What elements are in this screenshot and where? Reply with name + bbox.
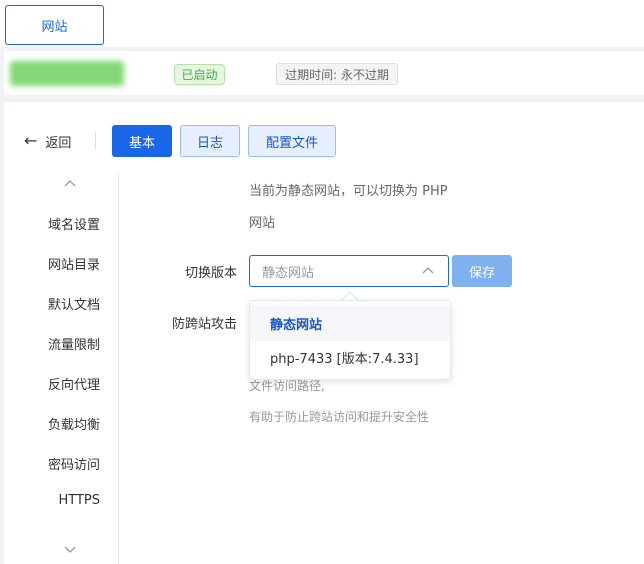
dropdown-option-static[interactable]: 静态网站 — [250, 305, 450, 341]
tab-website[interactable]: 网站 — [5, 5, 104, 45]
config-file-tab-button[interactable]: 配置文件 — [248, 125, 336, 157]
version-select[interactable]: 静态网站 — [249, 255, 449, 287]
sidebar-item-reverse-proxy[interactable]: 反向代理 — [10, 374, 100, 393]
basic-tab-button[interactable]: 基本 — [112, 125, 172, 157]
back-button[interactable]: ← 返回 — [24, 131, 71, 151]
cross-site-label: 防跨站攻击 — [171, 317, 237, 332]
sidebar-item-https[interactable]: HTTPS — [10, 493, 100, 508]
dropdown-option-php[interactable]: php-7433 [版本:7.4.33] — [250, 339, 450, 375]
save-button[interactable]: 保存 — [452, 255, 512, 287]
sidebar-item-load-balance[interactable]: 负载均衡 — [10, 414, 100, 433]
sidebar-item-domain[interactable]: 域名设置 — [10, 214, 100, 233]
toolbar-divider — [95, 132, 96, 150]
site-name-redacted — [10, 61, 124, 86]
sidebar-item-traffic-limit[interactable]: 流量限制 — [10, 334, 100, 353]
description-line-2: 网站 — [249, 216, 276, 231]
chevron-up-icon — [422, 265, 434, 277]
sidebar-item-password-access[interactable]: 密码访问 — [10, 454, 100, 473]
chevron-down-icon[interactable] — [64, 543, 76, 557]
hint-line-2: 有助于防止跨站访问和提升安全性 — [249, 410, 430, 424]
arrow-left-icon: ← — [24, 131, 38, 150]
chevron-up-icon[interactable] — [64, 176, 76, 190]
sidebar-divider — [118, 172, 119, 564]
expire-badge: 过期时间: 永不过期 — [276, 63, 398, 85]
switch-version-label: 切换版本 — [184, 266, 237, 281]
sidebar-item-site-dir[interactable]: 网站目录 — [10, 254, 100, 273]
log-tab-button[interactable]: 日志 — [180, 125, 240, 157]
back-label: 返回 — [45, 135, 72, 151]
sidebar-item-default-doc[interactable]: 默认文档 — [10, 294, 100, 313]
description-line-1: 当前为静态网站，可以切换为 PHP — [249, 184, 448, 199]
version-select-value: 静态网站 — [262, 265, 315, 281]
status-badge: 已启动 — [174, 64, 225, 85]
